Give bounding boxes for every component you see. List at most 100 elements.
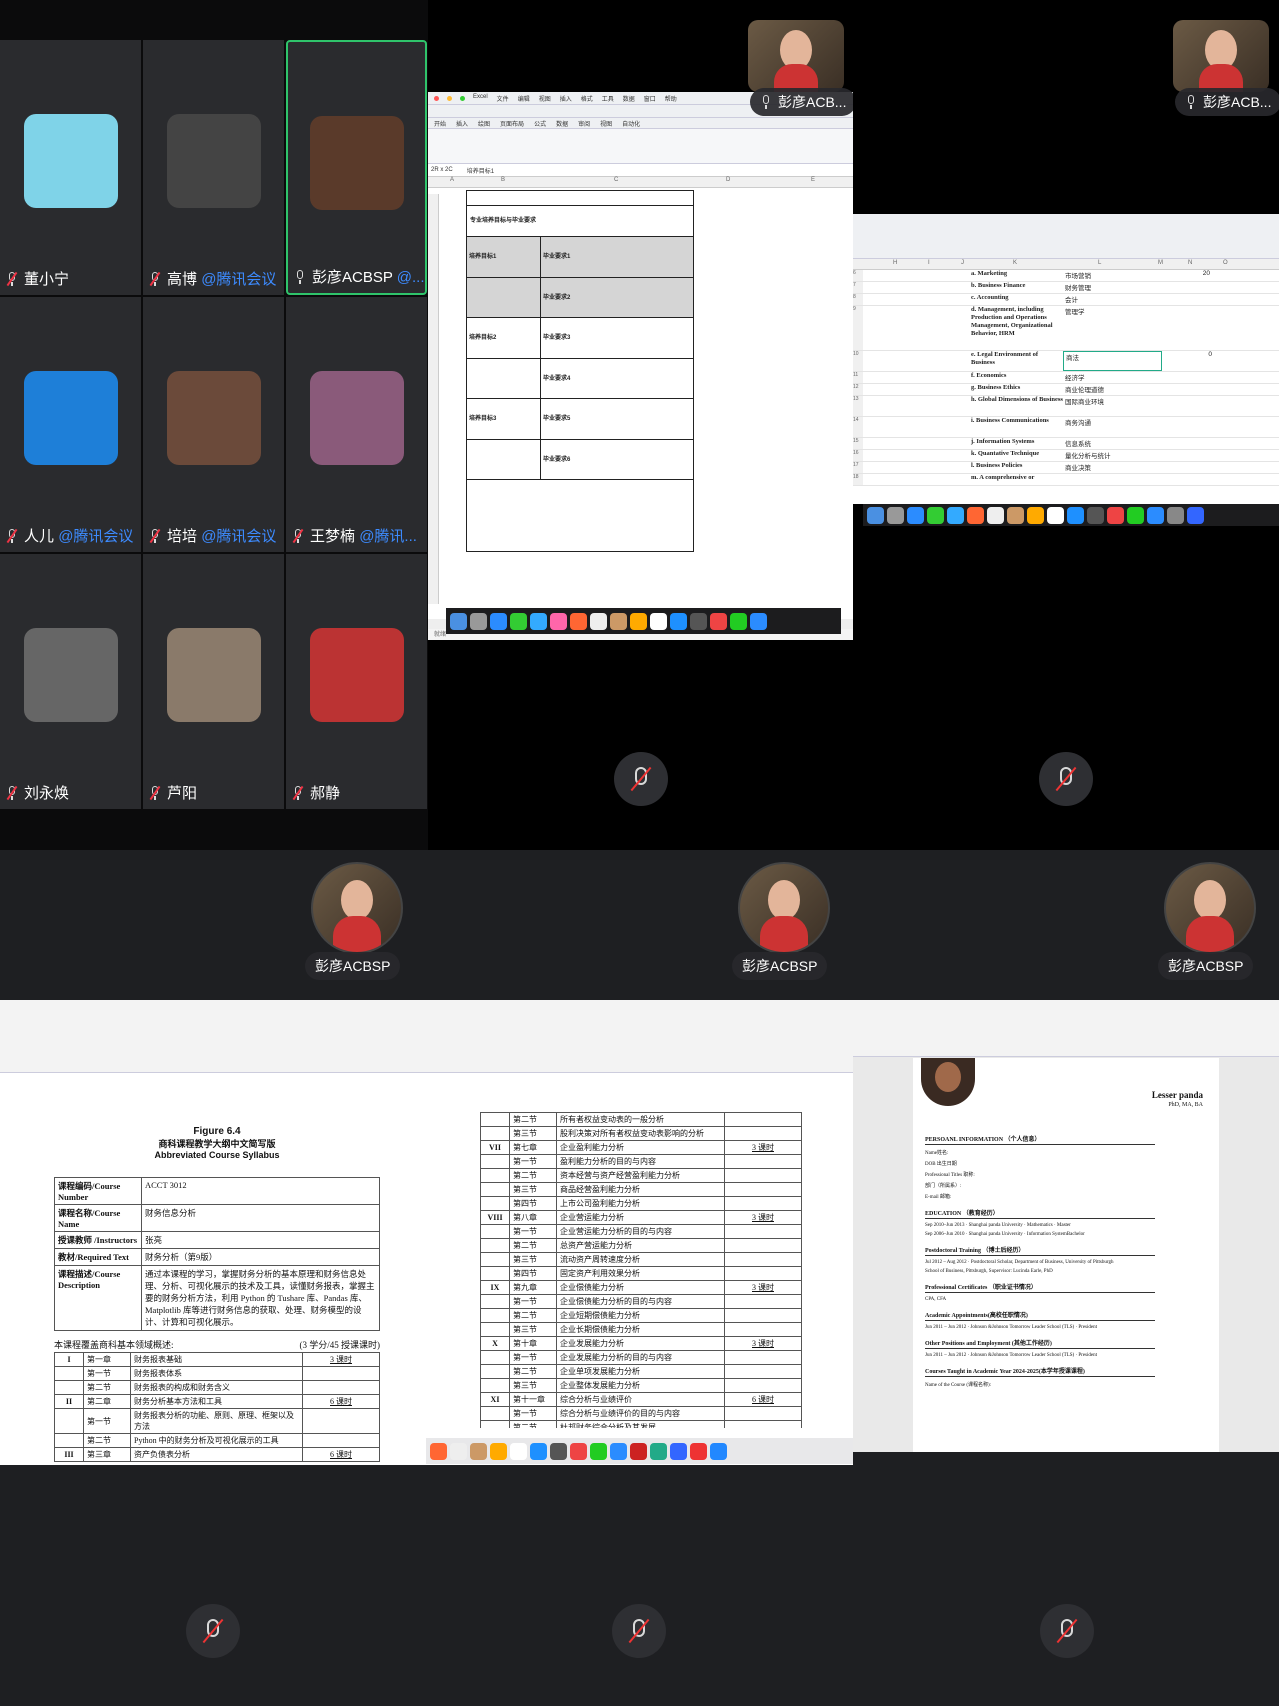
mute-button-3[interactable]: [186, 1604, 240, 1658]
area-value[interactable]: [1160, 474, 1210, 485]
area-cn[interactable]: 财务管理: [1063, 282, 1160, 293]
column-header[interactable]: N: [1188, 260, 1192, 266]
ribbon-tab[interactable]: 视图: [600, 119, 612, 128]
goal-cell[interactable]: [467, 277, 541, 317]
participant-tile[interactable]: 彭彦ACBSP @...: [286, 40, 427, 295]
column-header[interactable]: K: [1013, 260, 1017, 266]
column-header[interactable]: I: [928, 260, 930, 266]
area-en[interactable]: i. Business Communications: [971, 417, 1063, 437]
topic[interactable]: 资产负债表分析: [130, 1447, 303, 1462]
participant-tile[interactable]: 培培 @腾讯会议: [143, 297, 284, 552]
excel-window-1[interactable]: Excel 文件 编辑 视图 插入 格式 工具 数据 窗口 帮助 开始 插入 绘图 页面布局 公式 数据 审阅…: [428, 92, 853, 640]
participant-tile[interactable]: 人儿 @腾讯会议: [0, 297, 141, 552]
topic[interactable]: 企业营运能力分析: [556, 1210, 725, 1225]
area-value[interactable]: [1160, 396, 1210, 416]
word-window-3[interactable]: Lesser panda PhD, MA, BA PERSOANL INFORM…: [853, 1000, 1279, 1452]
area-en[interactable]: f. Economics: [971, 372, 1063, 383]
cv-line[interactable]: Sep 2010–Jun 2013 · Shanghai panda Unive…: [925, 1223, 1155, 1228]
topic[interactable]: 企业发展能力分析的目的与内容: [556, 1350, 725, 1365]
topic[interactable]: 盈利能力分析的目的与内容: [556, 1154, 725, 1169]
menu-item[interactable]: 文件: [497, 94, 509, 103]
formula-bar[interactable]: 培养目标1: [467, 166, 494, 175]
menu-item[interactable]: 帮助: [665, 94, 677, 103]
area-value[interactable]: [1160, 294, 1210, 305]
column-header[interactable]: J: [961, 260, 964, 266]
area-value[interactable]: 0: [1162, 351, 1212, 371]
column-header[interactable]: M: [1158, 260, 1163, 266]
field-value[interactable]: 财务分析（第9版）: [141, 1248, 380, 1266]
topic[interactable]: 企业整体发展能力分析: [556, 1378, 725, 1393]
cv-line[interactable]: Sep 2006–Jun 2010 · Shanghai panda Unive…: [925, 1232, 1155, 1237]
mac-dock-2[interactable]: [863, 504, 1279, 526]
area-en[interactable]: m. A comprehensive or: [971, 474, 1063, 485]
area-en[interactable]: h. Global Dimensions of Business: [971, 396, 1063, 416]
topic[interactable]: 流动资产周转速度分析: [556, 1252, 725, 1267]
area-cn[interactable]: 会计: [1063, 294, 1160, 305]
requirement-cell[interactable]: 毕业要求6: [541, 440, 693, 480]
area-value[interactable]: [1160, 372, 1210, 383]
requirement-cell[interactable]: 毕业要求4: [541, 359, 693, 399]
field-value[interactable]: ACCT 3012: [141, 1177, 380, 1205]
topic[interactable]: 固定资产利用效果分析: [556, 1266, 725, 1281]
field-value[interactable]: 财务信息分析: [141, 1204, 380, 1232]
area-en[interactable]: b. Business Finance: [971, 282, 1063, 293]
topic[interactable]: 企业发展能力分析: [556, 1336, 725, 1351]
cv-line[interactable]: 部门（所属系）:: [925, 1182, 1155, 1189]
area-cn[interactable]: 商业伦理道德: [1063, 384, 1160, 395]
topic[interactable]: 资本经营与资产经营盈利能力分析: [556, 1168, 725, 1183]
area-cn[interactable]: 商法: [1063, 351, 1162, 371]
area-en[interactable]: e. Legal Environment of Business: [971, 351, 1063, 371]
requirement-cell[interactable]: 毕业要求5: [541, 399, 693, 439]
area-cn[interactable]: 市场营销: [1063, 270, 1160, 281]
topic[interactable]: 上市公司盈利能力分析: [556, 1196, 725, 1211]
goal-cell[interactable]: 培养目标2: [467, 318, 541, 358]
cv-line[interactable]: Name姓名:: [925, 1149, 1155, 1156]
area-value[interactable]: [1160, 462, 1210, 473]
participant-tile[interactable]: 王梦楠 @腾讯...: [286, 297, 427, 552]
ribbon-toolbar[interactable]: [428, 129, 853, 164]
ribbon-tabs[interactable]: 开始 插入 绘图 页面布局 公式 数据 审阅 视图 自动化: [428, 118, 853, 129]
area-en[interactable]: k. Quantative Technique: [971, 450, 1063, 461]
area-en[interactable]: a. Marketing: [971, 270, 1063, 281]
participant-tile[interactable]: 郝静: [286, 554, 427, 809]
topic[interactable]: 企业短期偿债能力分析: [556, 1308, 725, 1323]
area-value[interactable]: [1160, 438, 1210, 449]
name-box[interactable]: 2R x 2C: [431, 167, 453, 173]
topic[interactable]: 所有者权益变动表的一般分析: [556, 1112, 725, 1127]
topic[interactable]: 企业盈利能力分析: [556, 1140, 725, 1155]
mute-button-1[interactable]: [614, 752, 668, 806]
goal-cell[interactable]: [467, 358, 541, 398]
area-cn[interactable]: 国际商业环境: [1063, 396, 1160, 416]
column-header[interactable]: L: [1098, 260, 1101, 266]
requirement-cell[interactable]: 毕业要求3: [541, 318, 693, 358]
cv-line[interactable]: School of Business, Pittsburgh, Supervis…: [925, 1269, 1155, 1274]
topic[interactable]: 财务报表分析的功能、原则、原理、框架以及方法: [130, 1408, 303, 1434]
goal-cell[interactable]: 培养目标1: [467, 237, 541, 277]
cv-line[interactable]: Jul 2012 – Aug 2012 · Postdoctoral Schol…: [925, 1260, 1155, 1265]
mac-dock-3[interactable]: [426, 1438, 853, 1464]
area-value[interactable]: [1160, 450, 1210, 461]
word-window-1[interactable]: Figure 6.4 商科课程教学大纲中文简写版 Abbreviated Cou…: [0, 1000, 426, 1465]
area-cn[interactable]: 管理学: [1063, 306, 1160, 350]
excel-window-2[interactable]: H I J K L M N O 6 a. Marketing 市场营销 20 7 b. Business…: [853, 214, 1279, 504]
menu-item[interactable]: 工具: [602, 94, 614, 103]
ribbon-tab[interactable]: 页面布局: [500, 119, 524, 128]
menu-item[interactable]: 插入: [560, 94, 572, 103]
area-value[interactable]: 20: [1160, 270, 1210, 281]
topic[interactable]: 企业偿债能力分析: [556, 1280, 725, 1295]
area-cn[interactable]: 信息系统: [1063, 438, 1160, 449]
area-cn[interactable]: 量化分析与统计: [1063, 450, 1160, 461]
ribbon-tab[interactable]: 自动化: [622, 119, 640, 128]
topic[interactable]: 财务报表基础: [130, 1352, 303, 1367]
requirement-cell[interactable]: 毕业要求2: [541, 277, 693, 317]
goal-cell[interactable]: [467, 439, 541, 479]
area-en[interactable]: l. Business Policies: [971, 462, 1063, 473]
cv-line[interactable]: DOB 出生日期: [925, 1160, 1155, 1167]
topic[interactable]: 企业单项发展能力分析: [556, 1364, 725, 1379]
menu-item[interactable]: 视图: [539, 94, 551, 103]
menu-item[interactable]: 编辑: [518, 94, 530, 103]
topic[interactable]: 企业偿债能力分析的目的与内容: [556, 1294, 725, 1309]
topic[interactable]: 财务报表的构成和财务含义: [130, 1380, 303, 1395]
area-en[interactable]: j. Information Systems: [971, 438, 1063, 449]
ribbon-tab[interactable]: 公式: [534, 119, 546, 128]
